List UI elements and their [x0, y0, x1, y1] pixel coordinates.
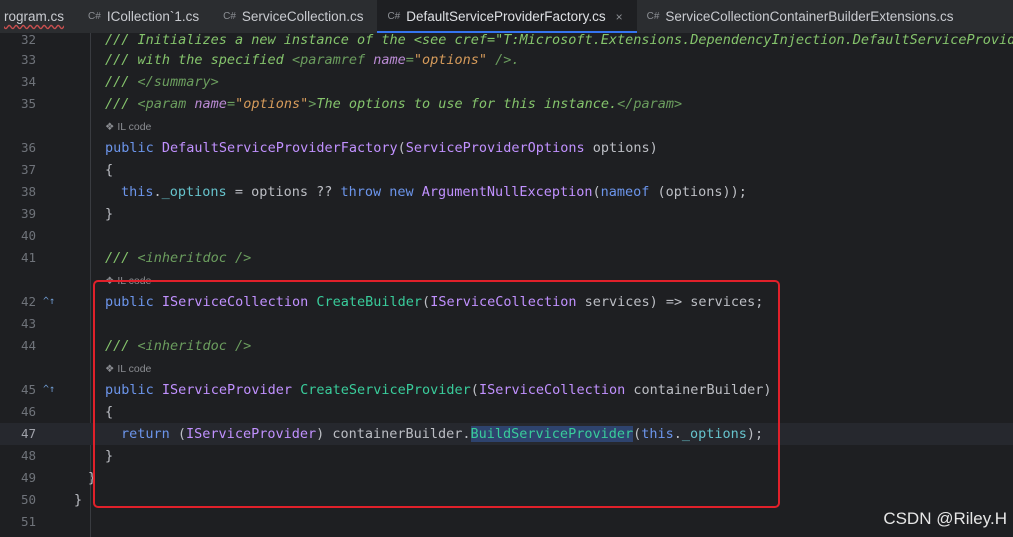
- expr: (options));: [649, 184, 747, 200]
- punct: (: [592, 184, 601, 200]
- tab-label: DefaultServiceProviderFactory.cs: [406, 9, 606, 24]
- code-text: /// <inheritdoc />: [105, 247, 251, 269]
- code-text: /// Initializes a new instance of the <s…: [105, 32, 1013, 48]
- doc-tag: <inheritdoc />: [137, 250, 252, 266]
- code-line: 36 public DefaultServiceProviderFactory(…: [0, 137, 1013, 159]
- param: options): [584, 140, 658, 156]
- doc-tag: </summary>: [137, 74, 219, 90]
- line-number: 51: [20, 514, 36, 529]
- constructor-name: DefaultServiceProviderFactory: [161, 140, 398, 156]
- punct: .: [153, 184, 162, 200]
- code-text: {: [105, 162, 114, 178]
- line-number: 49: [20, 470, 36, 485]
- doc-tag: =: [405, 52, 414, 68]
- csharp-file-icon: C#: [223, 11, 236, 22]
- doc-attr: name: [373, 52, 406, 68]
- code-line: 38 this._options = options ?? throw new …: [0, 181, 1013, 203]
- line-number: 45: [20, 382, 36, 397]
- line-number: 36: [20, 140, 36, 155]
- code-line: 33 /// with the specified <paramref name…: [0, 49, 1013, 71]
- doc-comment: The options to use for this instance.: [316, 96, 618, 112]
- doc-tag: </param>: [617, 96, 683, 112]
- code-line: 40: [0, 225, 1013, 247]
- line-number: 50: [20, 492, 36, 507]
- line-number: 35: [20, 96, 36, 111]
- punct: (: [397, 140, 406, 156]
- doc-tag: />.: [487, 52, 520, 68]
- code-line: 35 /// <param name="options">The options…: [0, 93, 1013, 115]
- code-line: 51: [0, 511, 1013, 533]
- watermark: CSDN @Riley.H: [883, 509, 1007, 528]
- doc-attr: name: [194, 96, 227, 112]
- line-number: 47: [20, 426, 36, 441]
- line-number: 39: [20, 206, 36, 221]
- doc-string: "options": [235, 96, 309, 112]
- keyword: nameof: [600, 184, 650, 200]
- field-name: _options: [161, 184, 227, 200]
- line-number: 32: [20, 32, 36, 47]
- doc-tag: <paramref: [291, 52, 374, 68]
- implements-interface-icon[interactable]: ^↑: [43, 379, 55, 401]
- line-number: 48: [20, 448, 36, 463]
- code-text: public DefaultServiceProviderFactory(Ser…: [105, 137, 658, 159]
- code-text: }: [105, 206, 114, 222]
- il-code-hint[interactable]: ❖ IL code: [105, 119, 151, 135]
- line-number: 37: [20, 162, 36, 177]
- line-number: 38: [20, 184, 36, 199]
- line-number: 40: [20, 228, 36, 243]
- csharp-file-icon: C#: [88, 11, 101, 22]
- code-line: 41 /// <inheritdoc />: [0, 247, 1013, 269]
- keyword: new: [389, 184, 414, 200]
- line-number: 33: [20, 52, 36, 67]
- doc-comment: /// with the specified: [105, 52, 292, 68]
- doc-tag: <param: [137, 96, 195, 112]
- keyword: this: [121, 184, 154, 200]
- code-text: this._options = options ?? throw new Arg…: [121, 181, 747, 203]
- doc-comment: ///: [105, 74, 138, 90]
- keyword: public: [105, 140, 154, 156]
- code-text: }: [74, 492, 83, 508]
- code-line: 34 /// </summary>: [0, 71, 1013, 93]
- type-name: ArgumentNullException: [421, 184, 593, 200]
- line-number: 42: [20, 294, 36, 309]
- close-tab-icon[interactable]: ×: [616, 10, 623, 24]
- line-number: 41: [20, 250, 36, 265]
- tab-label: ServiceCollection.cs: [241, 9, 364, 24]
- doc-string: "options": [413, 52, 488, 68]
- highlight-annotation-box: [93, 280, 780, 508]
- doc-tag: =: [226, 96, 236, 112]
- expr: = options ??: [226, 184, 341, 200]
- doc-comment: ///: [105, 96, 138, 112]
- code-line: 37 {: [0, 159, 1013, 181]
- type-name: ServiceProviderOptions: [405, 140, 585, 156]
- implements-interface-icon[interactable]: ^↑: [43, 291, 55, 313]
- tab-label: ICollection`1.cs: [106, 9, 200, 24]
- line-number: 46: [20, 404, 36, 419]
- code-line: 39 }: [0, 203, 1013, 225]
- code-text: /// </summary>: [105, 71, 219, 93]
- tab-label: ServiceCollectionContainerBuilderExtensi…: [665, 9, 954, 24]
- code-text: /// with the specified <paramref name="o…: [105, 49, 520, 71]
- doc-comment: ///: [105, 250, 138, 266]
- keyword: throw: [340, 184, 382, 200]
- line-number: 43: [20, 316, 36, 331]
- csharp-file-icon: C#: [387, 11, 401, 22]
- csharp-file-icon: C#: [646, 11, 660, 22]
- line-number: 44: [20, 338, 36, 353]
- line-number: 34: [20, 74, 36, 89]
- tab-label: rogram.cs: [4, 9, 65, 24]
- code-line: 32 /// Initializes a new instance of the…: [0, 29, 1013, 51]
- code-text: /// <param name="options">The options to…: [105, 93, 682, 115]
